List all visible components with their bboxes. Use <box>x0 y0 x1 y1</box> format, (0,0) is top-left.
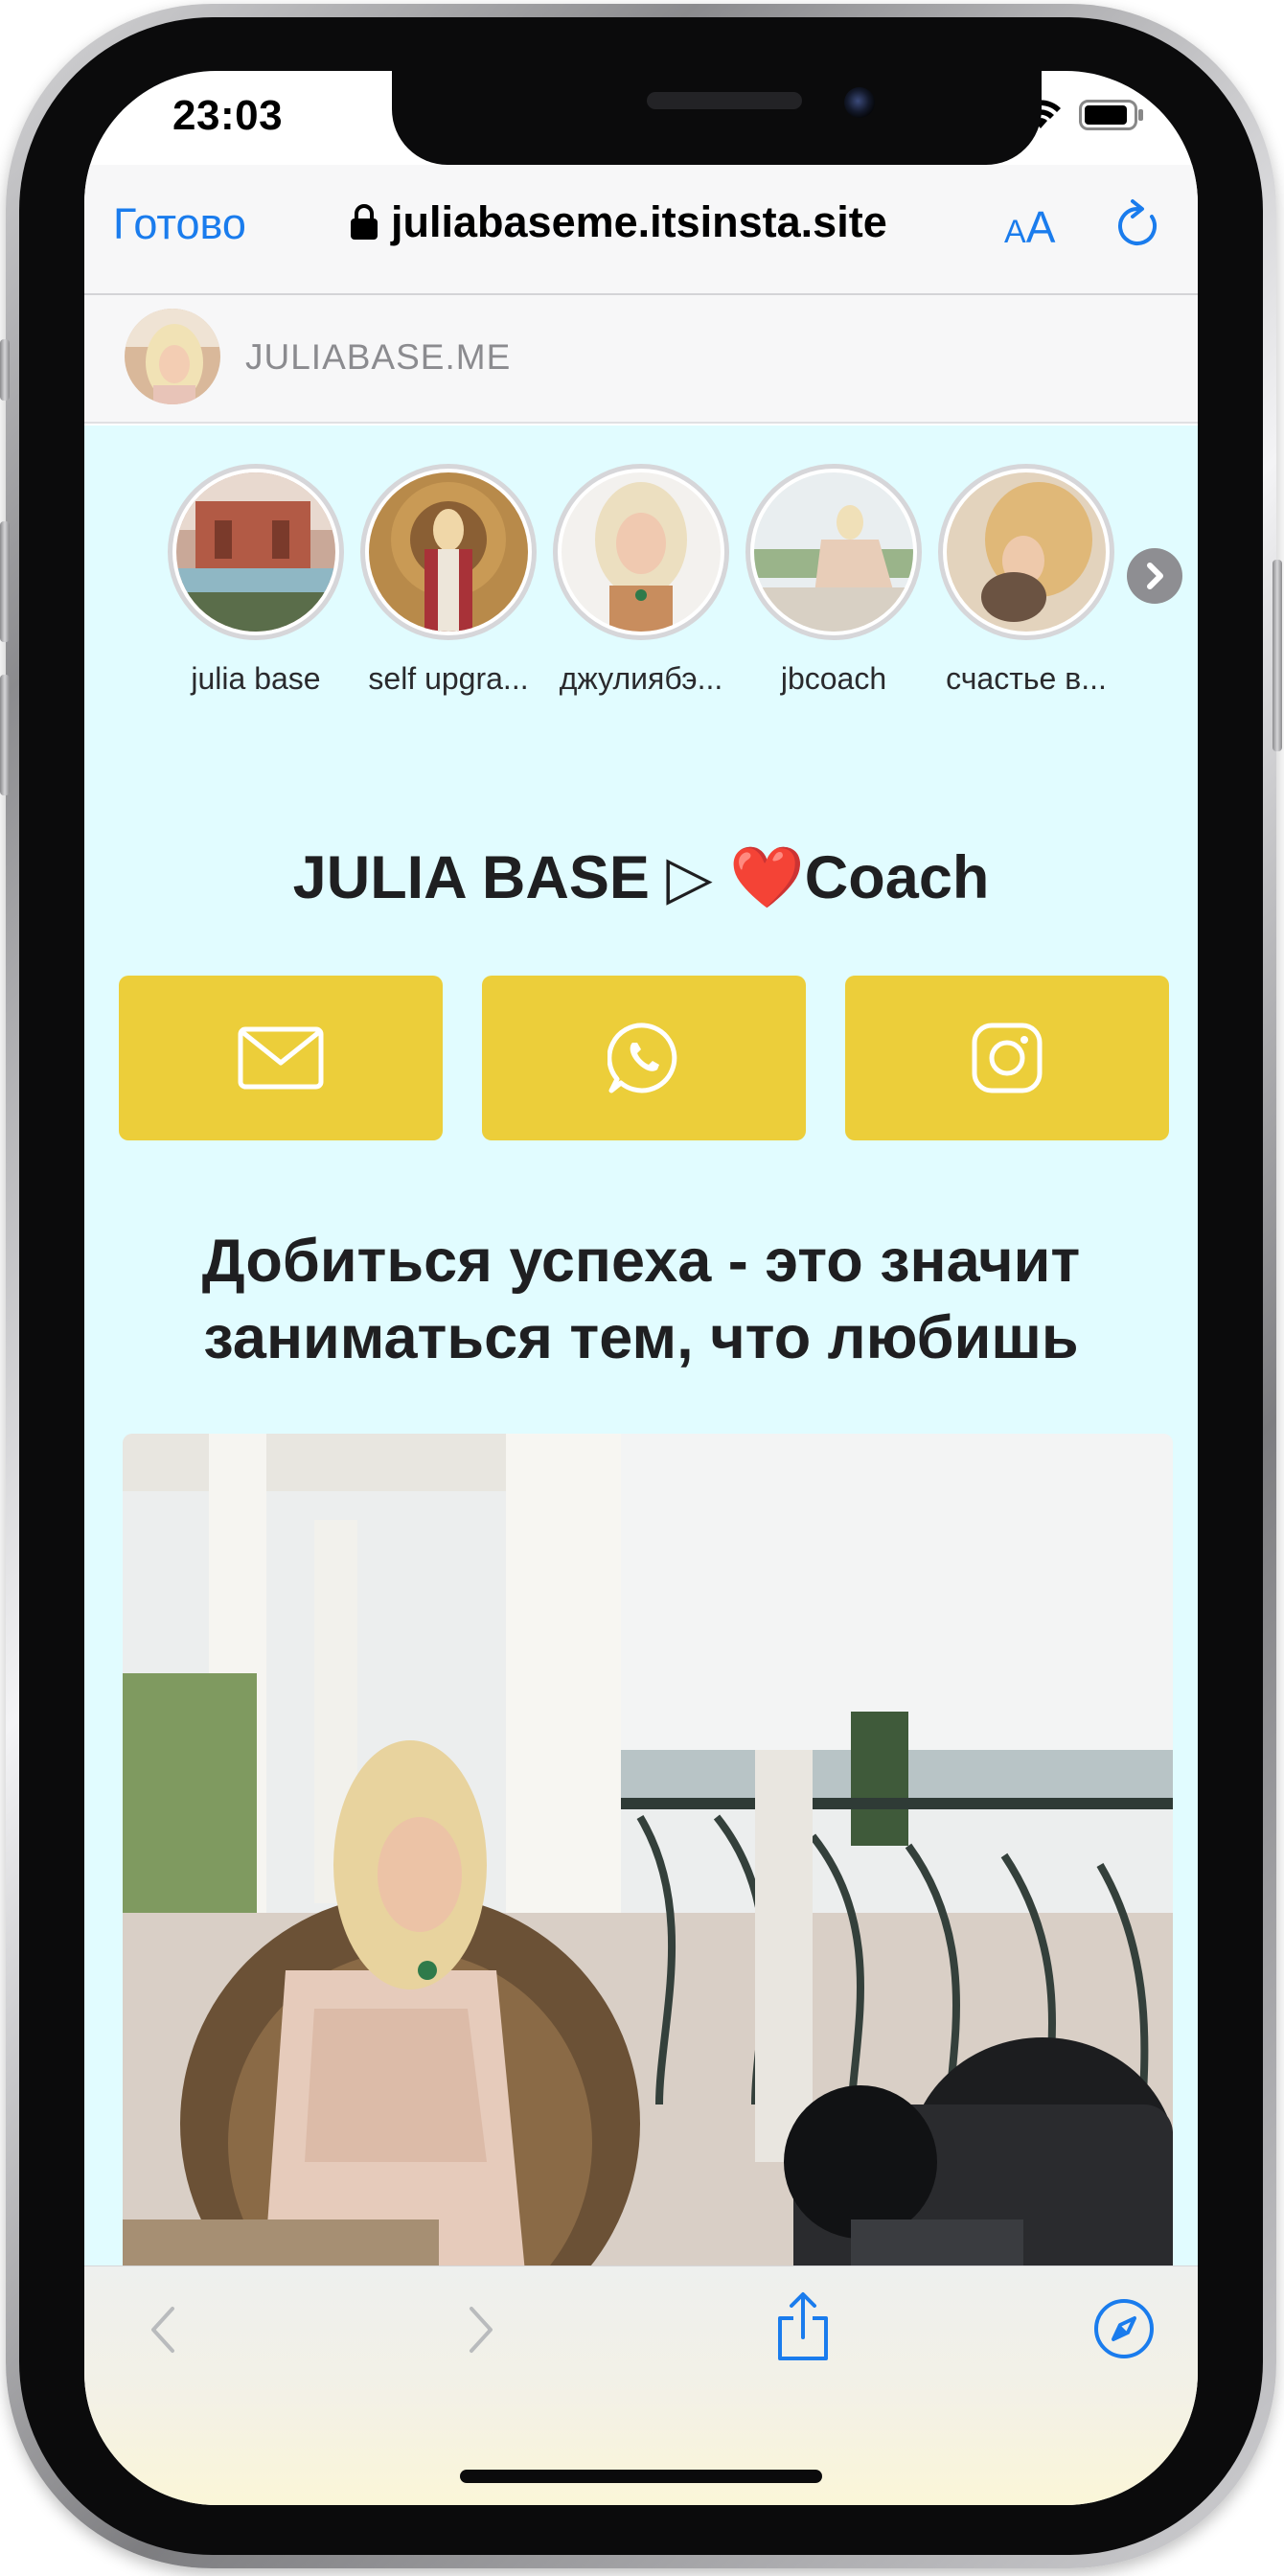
text-size-large-label: A <box>1025 202 1056 252</box>
text-size-small-label: A <box>1004 214 1026 250</box>
status-time: 23:03 <box>172 92 284 139</box>
forward-button[interactable] <box>462 2301 500 2363</box>
story-label: счастье в... <box>946 661 1107 696</box>
done-button[interactable]: Готово <box>113 199 246 249</box>
reload-button[interactable] <box>1113 197 1163 256</box>
hero-photo[interactable] <box>123 1434 1173 2373</box>
story-ring <box>938 464 1114 640</box>
story-thumbnail <box>562 472 721 632</box>
browser-toolbar: Готово juliabaseme.itsinsta.site AA <box>84 165 1198 295</box>
volume-down-button <box>0 675 10 795</box>
battery-icon <box>1079 100 1143 130</box>
story-ring <box>745 464 922 640</box>
instagram-button[interactable] <box>845 976 1169 1140</box>
stories-row: julia base self upgra... джулиябэ... jbc… <box>84 464 1198 703</box>
story-ring <box>360 464 537 640</box>
contact-buttons <box>119 976 1169 1140</box>
chevron-left-icon <box>151 2307 174 2353</box>
story-label: self upgra... <box>368 661 529 696</box>
story-thumbnail <box>176 472 335 632</box>
whatsapp-icon <box>608 1023 677 1093</box>
story-item[interactable]: self upgra... <box>357 464 539 697</box>
home-indicator <box>460 2470 822 2483</box>
chevron-right-icon <box>1147 563 1163 589</box>
email-button[interactable] <box>119 976 443 1140</box>
site-name[interactable]: JULIABASE.ME <box>245 337 511 378</box>
front-camera <box>844 87 875 118</box>
instagram-icon <box>972 1023 1043 1093</box>
speaker-grille <box>647 92 802 109</box>
browser-bottom-bar <box>84 2266 1198 2505</box>
mail-icon <box>238 1026 324 1090</box>
story-item[interactable]: jbcoach <box>743 464 925 697</box>
lock-icon <box>351 204 378 240</box>
story-ring <box>553 464 729 640</box>
text-size-button[interactable]: AA <box>1004 201 1055 253</box>
volume-up-button <box>0 521 10 642</box>
story-item[interactable]: julia base <box>165 464 347 697</box>
page-content: julia base self upgra... джулиябэ... jbc… <box>84 426 1198 2373</box>
compass-icon <box>1094 2299 1154 2358</box>
notch <box>392 71 1042 165</box>
site-avatar[interactable] <box>125 309 220 404</box>
heart-emoji: ❤️ <box>729 844 805 911</box>
url-text: juliabaseme.itsinsta.site <box>391 197 887 246</box>
silent-switch <box>0 339 10 401</box>
profile-title-suffix: Coach <box>804 844 990 911</box>
chevron-right-icon <box>470 2307 493 2353</box>
story-ring <box>168 464 344 640</box>
back-button[interactable] <box>144 2301 182 2363</box>
power-button <box>1273 560 1282 751</box>
story-label: jbcoach <box>780 661 887 696</box>
story-item[interactable]: счастье в... <box>935 464 1117 697</box>
phone-screen: 23:03 Готово juliabaseme.itsinsta.site A… <box>84 71 1198 2505</box>
stories-next-button[interactable] <box>1127 548 1182 604</box>
story-thumbnail <box>947 472 1106 632</box>
profile-title-prefix: JULIA BASE ▷ <box>292 844 730 911</box>
profile-title: JULIA BASE ▷ ❤️Coach <box>84 842 1198 913</box>
story-thumbnail <box>754 472 913 632</box>
story-item[interactable]: джулиябэ... <box>550 464 732 697</box>
site-header: JULIABASE.ME <box>84 295 1198 424</box>
compass-button[interactable] <box>1092 2297 1156 2365</box>
story-thumbnail <box>369 472 528 632</box>
story-label: julia base <box>191 661 321 696</box>
share-icon <box>778 2292 828 2360</box>
share-button[interactable] <box>772 2291 834 2367</box>
reload-icon <box>1118 199 1158 245</box>
story-label: джулиябэ... <box>559 661 723 696</box>
address-bar[interactable]: juliabaseme.itsinsta.site <box>351 197 887 247</box>
whatsapp-button[interactable] <box>482 976 806 1140</box>
quote-heading: Добиться успеха - это значит заниматься … <box>201 1228 1081 1371</box>
